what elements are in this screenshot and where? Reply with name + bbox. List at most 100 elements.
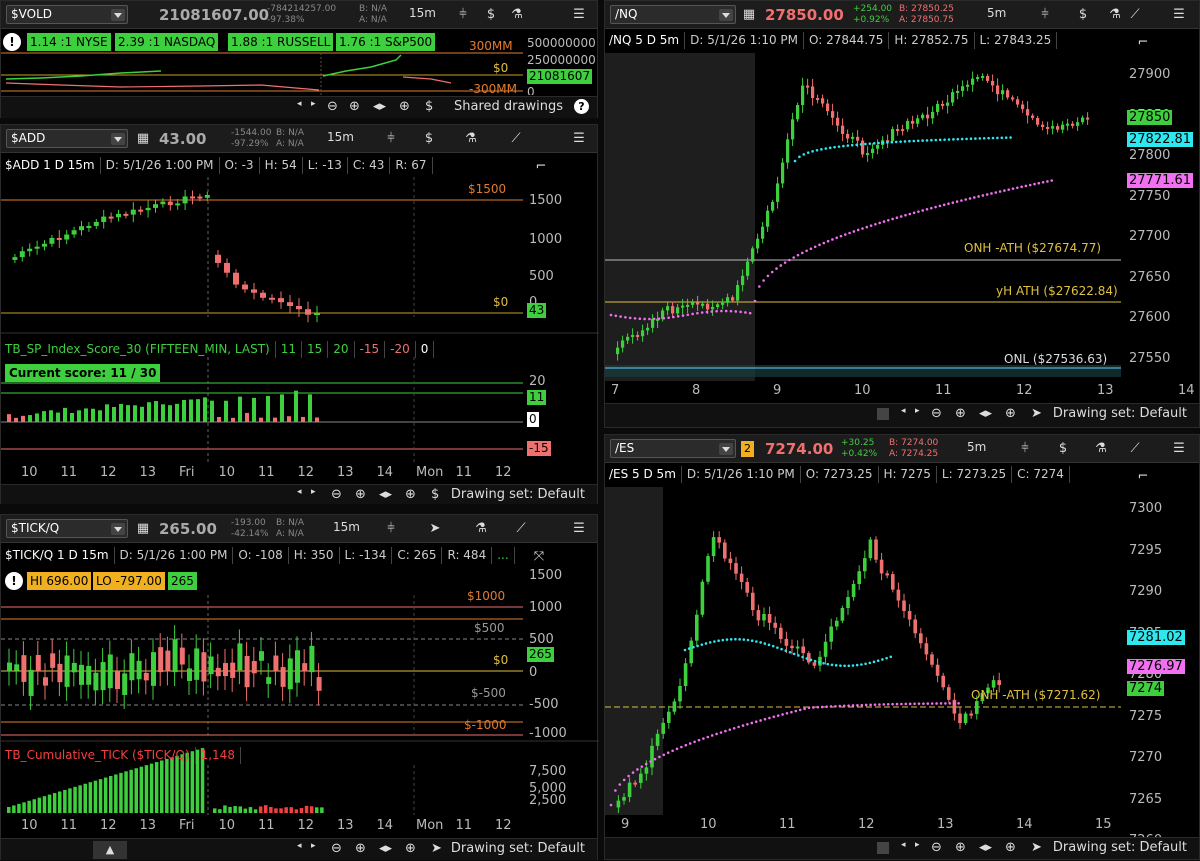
scroll-left-icon[interactable]: ◂ [901,840,906,850]
zoom-in-icon[interactable]: ⊕ [355,841,366,856]
candle [19,251,25,258]
zoom-out-icon[interactable]: ⊖ [327,99,338,114]
candle [779,627,783,639]
average-dot [957,702,960,705]
candle [115,670,120,690]
zoom-fit-icon[interactable]: ◂▸ [373,99,386,114]
crosshair-icon[interactable]: ⊕ [1005,840,1016,855]
scroll-left-icon[interactable]: ◂ [297,487,302,497]
scroll-left-icon[interactable]: ◂ [901,406,906,416]
candle [885,573,889,576]
cursor-icon[interactable]: ➤ [1031,840,1042,855]
candle [906,120,910,130]
cursor-icon[interactable]: ➤ [431,841,442,856]
drawing-set[interactable]: Drawing set: Default [451,841,585,856]
tick-footer: ▲ ◂ ▸ ⊖ ⊕ ◂▸ ⊕ ➤ Drawing set: Default [1,838,597,860]
cum-bar [144,765,149,813]
drawing-set[interactable]: Drawing set: Default [1053,840,1187,855]
average-dot [860,703,864,707]
score-tag-m15: -15 [527,441,551,456]
y-tick-label: 7300 [1129,501,1163,516]
vold-neg-label: -300MM [469,82,517,94]
zoom-fit-icon[interactable]: ◂▸ [379,487,392,502]
zoom-in-icon[interactable]: ⊕ [355,487,366,502]
zoom-fit-icon[interactable]: ◂▸ [379,841,392,856]
average-dot [766,274,770,278]
price-icon[interactable]: $ [431,487,439,502]
zoom-out-icon[interactable]: ⊖ [331,487,342,502]
candle [1056,126,1060,130]
zoom-fit-icon[interactable]: ◂▸ [979,840,992,855]
drawing-set[interactable]: Drawing set: Default [451,487,585,502]
x-tick-label: 12 [858,817,875,832]
candle [187,668,192,681]
score-bar [196,399,200,422]
nq-cyan-tag: 27822.81 [1127,132,1194,147]
average-dot [750,721,754,725]
cursor-icon[interactable]: ➤ [1031,406,1042,421]
study-val-4: -15 [355,341,386,358]
candle [946,102,950,106]
scroll-right-icon[interactable]: ▸ [311,99,316,109]
crosshair-icon[interactable]: ⊕ [1005,406,1016,421]
average-dot [878,703,881,706]
score-bar [238,396,242,422]
scroll-right-icon[interactable]: ▸ [311,487,316,497]
zoom-in-icon[interactable]: ⊕ [955,406,966,421]
scroll-right-icon[interactable]: ▸ [915,406,920,416]
zoom-fit-icon[interactable]: ◂▸ [979,406,992,421]
average-dot [1007,188,1010,191]
add-x-axis: 10 11 12 13 Fri 10 11 12 13 14 Mon 11 12 [1,465,523,483]
scrollbar-thumb[interactable] [877,842,889,854]
drawing-set[interactable]: Drawing set: Default [1053,406,1187,421]
crosshair-icon[interactable]: ⊕ [405,841,416,856]
candle [260,292,266,298]
candle [961,86,965,91]
average-dot [930,702,934,705]
collapse-arrow-icon[interactable]: ▲ [93,841,127,859]
average-dot [797,654,800,657]
score-bar [182,400,186,422]
crosshair-icon[interactable]: ⊕ [405,487,416,502]
cum-bar [258,806,263,813]
candle [287,658,293,690]
scroll-right-icon[interactable]: ▸ [915,840,920,850]
cum-bar [299,808,304,813]
scroll-right-icon[interactable]: ▸ [311,841,316,851]
candle [975,701,979,714]
zoom-out-icon[interactable]: ⊖ [331,841,342,856]
average-dot [903,140,907,143]
average-dot [890,140,894,144]
average-dot [842,144,845,148]
average-dot [869,224,873,227]
add-1500-label: $1500 [468,182,507,196]
average-dot [1046,180,1049,183]
average-dot [744,311,747,314]
score-bar [147,402,151,422]
candle [861,140,865,155]
study-val-3: 20 [328,341,355,358]
crosshair-icon[interactable]: ⊕ [399,99,410,114]
tick-1000-label: $1000 [467,589,506,603]
average-dot [779,264,783,267]
price-icon[interactable]: $ [425,99,433,114]
zoom-out-icon[interactable]: ⊖ [931,840,942,855]
candle [947,687,951,700]
scrollbar-thumb[interactable] [877,408,889,420]
vold-last-tag: 21081607 [527,69,593,84]
shared-drawings[interactable]: Shared drawings [454,99,563,114]
help-icon[interactable]: ? [574,99,589,114]
scroll-left-icon[interactable]: ◂ [297,841,302,851]
cum-bar [78,785,82,813]
zoom-in-icon[interactable]: ⊕ [955,840,966,855]
zoom-in-icon[interactable]: ⊕ [349,99,360,114]
candle [1081,117,1085,123]
average-dot [864,703,868,707]
candle [302,663,308,672]
zoom-out-icon[interactable]: ⊖ [931,406,942,421]
x-tick-label: 10 [854,383,871,398]
average-dot [868,142,872,145]
average-dot [640,765,644,768]
average-dot [908,139,911,143]
scroll-left-icon[interactable]: ◂ [297,99,302,109]
